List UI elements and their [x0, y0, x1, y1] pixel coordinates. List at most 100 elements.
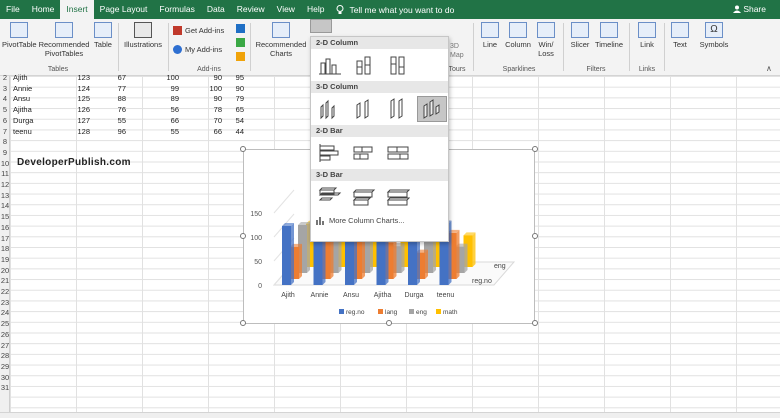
collapse-ribbon-icon[interactable]: ∧: [766, 64, 772, 73]
tab-page-layout[interactable]: Page Layout: [94, 0, 154, 19]
share-button[interactable]: Share: [732, 0, 766, 19]
clustered-bar-option[interactable]: [315, 140, 345, 166]
cell-value[interactable]: 55: [66, 116, 126, 127]
3d-column-option[interactable]: [417, 96, 447, 122]
cell-value[interactable]: 76: [66, 105, 126, 116]
100-stacked-column-option[interactable]: [383, 52, 413, 78]
row-number[interactable]: 11: [0, 169, 10, 180]
share-label: Share: [743, 4, 766, 14]
row-number[interactable]: 9: [0, 148, 10, 159]
row-number[interactable]: 14: [0, 201, 10, 212]
sparkline-winloss-button[interactable]: Win/ Loss: [534, 19, 558, 58]
3d-stacked-bar-icon: [352, 189, 376, 206]
3d-100-stacked-column-option[interactable]: [383, 96, 413, 122]
stacked-column-option[interactable]: [349, 52, 379, 78]
row-number[interactable]: 12: [0, 180, 10, 191]
stacked-bar-option[interactable]: [349, 140, 379, 166]
resize-handle[interactable]: [532, 233, 538, 239]
row-number[interactable]: 22: [0, 287, 10, 298]
cell-value[interactable]: 65: [184, 105, 244, 116]
cell-value[interactable]: 44: [184, 127, 244, 138]
text-button[interactable]: Text: [668, 19, 692, 49]
3d-100-stacked-bar-option[interactable]: [383, 184, 413, 210]
row-number[interactable]: 18: [0, 244, 10, 255]
tab-formulas[interactable]: Formulas: [153, 0, 200, 19]
sparkline-column-button[interactable]: Column: [503, 19, 533, 49]
tab-view[interactable]: View: [271, 0, 301, 19]
resize-handle[interactable]: [532, 320, 538, 326]
sparkline-line-button[interactable]: Line: [478, 19, 502, 49]
3d-clustered-column-option[interactable]: [315, 96, 345, 122]
row-number[interactable]: 21: [0, 276, 10, 287]
row-number[interactable]: 13: [0, 191, 10, 202]
cell-value[interactable]: 95: [184, 73, 244, 84]
row-number[interactable]: 28: [0, 351, 10, 362]
100-stacked-bar-option[interactable]: [383, 140, 413, 166]
row-number[interactable]: 27: [0, 341, 10, 352]
bing-maps-icon[interactable]: [236, 24, 245, 33]
row-number[interactable]: 23: [0, 298, 10, 309]
row-number[interactable]: 29: [0, 362, 10, 373]
resize-handle[interactable]: [386, 320, 392, 326]
bar-side: [393, 239, 397, 279]
resize-handle[interactable]: [240, 146, 246, 152]
visio-icon[interactable]: [236, 52, 245, 61]
100-stacked-bar-icon: [387, 146, 409, 160]
tab-data[interactable]: Data: [201, 0, 231, 19]
cell-value[interactable]: 88: [66, 94, 126, 105]
cell-value[interactable]: 67: [66, 73, 126, 84]
row-number[interactable]: 6: [0, 116, 10, 127]
row-number[interactable]: 4: [0, 94, 10, 105]
row-number[interactable]: 16: [0, 223, 10, 234]
slicer-button[interactable]: Slicer: [567, 19, 593, 49]
cell-value[interactable]: 96: [66, 127, 126, 138]
3d-clustered-bar-option[interactable]: [315, 184, 345, 210]
row-number[interactable]: 10: [0, 159, 10, 170]
tab-insert[interactable]: Insert: [60, 0, 94, 19]
get-addins-button[interactable]: Get Add-ins: [173, 26, 224, 35]
my-addins-button[interactable]: My Add-ins: [173, 45, 222, 54]
resize-handle[interactable]: [240, 320, 246, 326]
cell-value[interactable]: 79: [184, 94, 244, 105]
tab-file[interactable]: File: [0, 0, 26, 19]
3d-stacked-column-option[interactable]: [349, 96, 379, 122]
column-chart-dropdown-button[interactable]: [310, 19, 332, 33]
people-graph-icon[interactable]: [236, 38, 245, 47]
cell-value[interactable]: 77: [66, 84, 126, 95]
row-number[interactable]: 24: [0, 308, 10, 319]
resize-handle[interactable]: [240, 233, 246, 239]
row-number[interactable]: 30: [0, 373, 10, 384]
clustered-column-option[interactable]: [315, 52, 345, 78]
symbols-button[interactable]: Ω Symbols: [696, 19, 732, 49]
link-button[interactable]: Link: [634, 19, 660, 49]
recommended-pivottables-button[interactable]: Recommended PivotTables: [38, 19, 90, 58]
illustrations-button[interactable]: Illustrations: [121, 19, 165, 49]
row-number[interactable]: 20: [0, 266, 10, 277]
resize-handle[interactable]: [532, 146, 538, 152]
row-number[interactable]: 26: [0, 330, 10, 341]
tell-me-box[interactable]: Tell me what you want to do: [336, 4, 454, 15]
row-number[interactable]: 2: [0, 73, 10, 84]
row-number[interactable]: 31: [0, 383, 10, 394]
tab-help[interactable]: Help: [301, 0, 330, 19]
table-button[interactable]: Table: [91, 19, 115, 49]
row-number[interactable]: 19: [0, 255, 10, 266]
row-number[interactable]: 5: [0, 105, 10, 116]
recommended-charts-button[interactable]: Recommended Charts: [253, 19, 309, 58]
horizontal-scrollbar[interactable]: [0, 412, 780, 418]
timeline-button[interactable]: Timeline: [594, 19, 624, 49]
cell-value[interactable]: 54: [184, 116, 244, 127]
row-number[interactable]: 17: [0, 234, 10, 245]
tab-review[interactable]: Review: [231, 0, 271, 19]
row-number[interactable]: 8: [0, 137, 10, 148]
row-number[interactable]: 7: [0, 127, 10, 138]
3d-stacked-bar-option[interactable]: [349, 184, 379, 210]
cell-value[interactable]: 90: [184, 84, 244, 95]
row-number[interactable]: 15: [0, 212, 10, 223]
tab-home[interactable]: Home: [26, 0, 61, 19]
3d-map-label[interactable]: 3D: [450, 43, 459, 50]
row-number[interactable]: 25: [0, 319, 10, 330]
row-number[interactable]: 3: [0, 84, 10, 95]
pivottable-button[interactable]: PivotTable: [2, 19, 37, 49]
more-column-charts-link[interactable]: More Column Charts...: [311, 213, 448, 227]
